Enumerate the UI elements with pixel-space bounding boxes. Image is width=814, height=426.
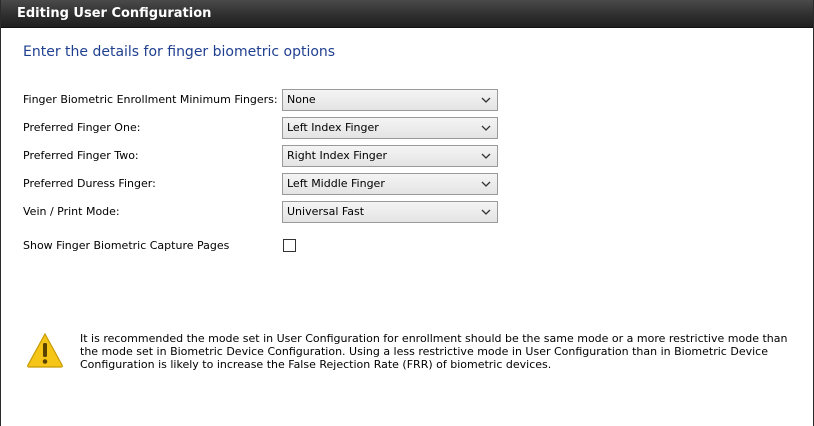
preferred-finger-one-select[interactable]: Left Index Finger	[282, 117, 498, 139]
min-fingers-value: None	[287, 93, 316, 106]
dialog-title: Editing User Configuration	[1, 0, 813, 28]
chevron-down-icon	[481, 209, 491, 215]
vein-print-mode-select[interactable]: Universal Fast	[282, 201, 498, 223]
preferred-finger-two-label: Preferred Finger Two:	[23, 149, 139, 162]
preferred-finger-two-value: Right Index Finger	[287, 149, 388, 162]
chevron-down-icon	[481, 153, 491, 159]
chevron-down-icon	[481, 181, 491, 187]
preferred-finger-one-label: Preferred Finger One:	[23, 121, 141, 134]
preferred-duress-finger-value: Left Middle Finger	[287, 177, 385, 190]
section-heading: Enter the details for finger biometric o…	[23, 44, 336, 60]
preferred-finger-one-value: Left Index Finger	[287, 121, 379, 134]
min-fingers-select[interactable]: None	[282, 89, 498, 111]
warning-icon	[27, 332, 63, 368]
capture-pages-label: Show Finger Biometric Capture Pages	[23, 239, 230, 252]
chevron-down-icon	[481, 125, 491, 131]
min-fingers-label: Finger Biometric Enrollment Minimum Fing…	[23, 93, 278, 106]
vein-print-mode-label: Vein / Print Mode:	[23, 205, 120, 218]
preferred-finger-two-select[interactable]: Right Index Finger	[282, 145, 498, 167]
preferred-duress-finger-label: Preferred Duress Finger:	[23, 177, 156, 190]
chevron-down-icon	[481, 97, 491, 103]
warning-message: It is recommended the mode set in User C…	[80, 332, 788, 371]
editing-user-configuration-dialog: Editing User Configuration Enter the det…	[0, 0, 814, 426]
capture-pages-checkbox[interactable]	[283, 239, 296, 252]
preferred-duress-finger-select[interactable]: Left Middle Finger	[282, 173, 498, 195]
vein-print-mode-value: Universal Fast	[287, 205, 365, 218]
